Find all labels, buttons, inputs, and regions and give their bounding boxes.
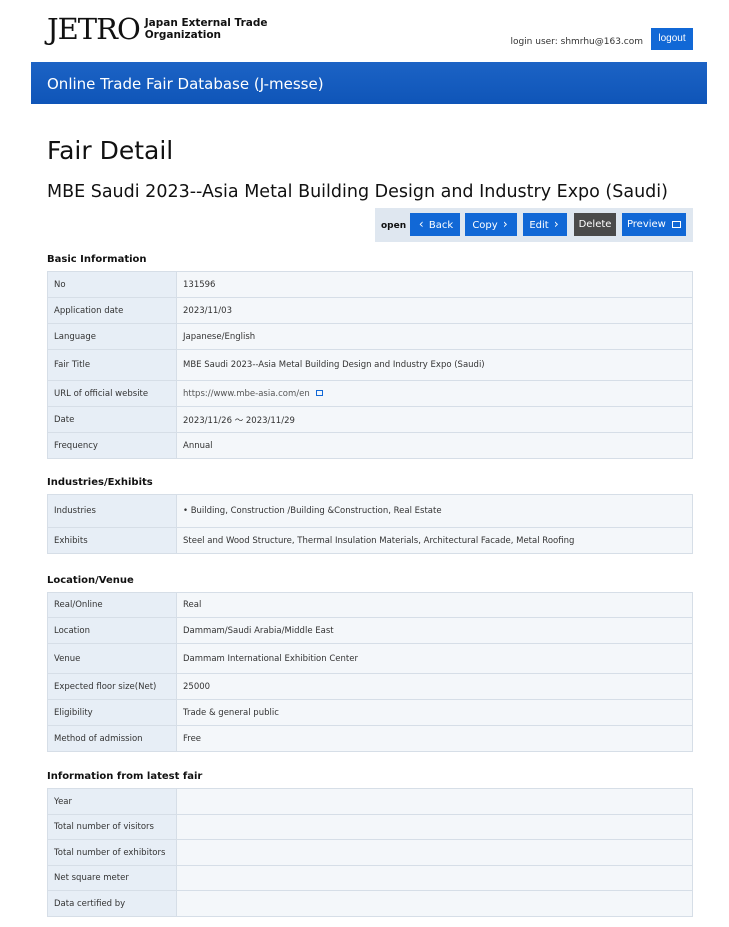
row-label: Location — [47, 617, 177, 644]
official-website-link[interactable]: https://www.mbe-asia.com/en — [183, 389, 310, 399]
fair-name: MBE Saudi 2023--Asia Metal Building Desi… — [47, 182, 668, 202]
row-label: Language — [47, 323, 177, 350]
table-row: Data certified by — [47, 890, 693, 917]
logo-text-line1: Japan External Trade — [144, 17, 268, 29]
row-value: 25000 — [176, 673, 693, 700]
row-label: Eligibility — [47, 699, 177, 726]
logo-text: Japan External Trade Organization — [145, 17, 268, 41]
chevron-right-icon: › — [553, 217, 559, 231]
industries-table: Industries • Building, Construction /Bui… — [47, 494, 693, 554]
row-value: Trade & general public — [176, 699, 693, 726]
table-row: Eligibility Trade & general public — [47, 699, 693, 726]
delete-button[interactable]: Delete — [574, 213, 616, 236]
login-label: login user: — [510, 37, 558, 47]
chevron-right-icon: › — [502, 217, 508, 231]
row-label: Real/Online — [47, 592, 177, 618]
table-row: Location Dammam/Saudi Arabia/Middle East — [47, 617, 693, 644]
edit-button[interactable]: Edit › — [523, 213, 567, 236]
row-label: Expected floor size(Net) — [47, 673, 177, 700]
row-label: Date — [47, 406, 177, 433]
row-label: Application date — [47, 297, 177, 324]
row-label: Exhibits — [47, 527, 177, 554]
table-row: Industries • Building, Construction /Bui… — [47, 494, 693, 528]
table-row: Fair Title MBE Saudi 2023--Asia Metal Bu… — [47, 349, 693, 381]
row-value: Steel and Wood Structure, Thermal Insula… — [176, 527, 693, 554]
row-label: URL of official website — [47, 380, 177, 407]
section-title-industries: Industries/Exhibits — [47, 477, 153, 488]
table-row: No 131596 — [47, 271, 693, 298]
row-value: https://www.mbe-asia.com/en — [176, 380, 693, 407]
row-value: 2023/11/26 ～ 2023/11/29 — [176, 406, 693, 433]
row-label: Total number of exhibitors — [47, 839, 177, 866]
logout-button[interactable]: logout — [651, 28, 693, 50]
row-value — [176, 865, 693, 891]
page-title: Fair Detail — [47, 136, 174, 165]
row-value: Free — [176, 725, 693, 752]
table-row: Frequency Annual — [47, 432, 693, 459]
row-value — [176, 890, 693, 917]
row-label: Year — [47, 788, 177, 815]
preview-button[interactable]: Preview — [622, 213, 686, 236]
row-value — [176, 788, 693, 815]
table-row: Year — [47, 788, 693, 815]
table-row: Real/Online Real — [47, 592, 693, 618]
row-value: Dammam/Saudi Arabia/Middle East — [176, 617, 693, 644]
site-banner: Online Trade Fair Database (J-messe) — [31, 62, 707, 104]
section-title-location: Location/Venue — [47, 575, 134, 586]
action-bar: open ‹ Back Copy › Edit › Delete Preview — [375, 208, 693, 242]
row-label: Industries — [47, 494, 177, 528]
table-row: Date 2023/11/26 ～ 2023/11/29 — [47, 406, 693, 433]
edit-label: Edit — [529, 220, 549, 231]
table-row: Total number of exhibitors — [47, 839, 693, 866]
chevron-left-icon: ‹ — [418, 217, 424, 231]
banner-title[interactable]: Online Trade Fair Database (J-messe) — [47, 75, 324, 93]
table-row: Expected floor size(Net) 25000 — [47, 673, 693, 700]
table-row: Application date 2023/11/03 — [47, 297, 693, 324]
row-label: Data certified by — [47, 890, 177, 917]
row-value: Real — [176, 592, 693, 618]
table-row: Net square meter — [47, 865, 693, 891]
external-link-icon[interactable] — [316, 389, 324, 396]
section-title-basic: Basic Information — [47, 254, 147, 265]
login-email: shmrhu@163.com — [560, 37, 643, 47]
row-value: Dammam International Exhibition Center — [176, 643, 693, 674]
copy-label: Copy — [472, 220, 498, 231]
back-label: Back — [428, 220, 454, 231]
row-label: Fair Title — [47, 349, 177, 381]
location-table: Real/Online Real Location Dammam/Saudi A… — [47, 592, 693, 752]
row-label: No — [47, 271, 177, 298]
basic-info-table: No 131596 Application date 2023/11/03 La… — [47, 271, 693, 459]
table-row: Venue Dammam International Exhibition Ce… — [47, 643, 693, 674]
site-header: JETRO Japan External Trade Organization … — [0, 0, 729, 62]
row-value: • Building, Construction /Building &Cons… — [176, 494, 693, 528]
new-window-icon — [672, 221, 682, 228]
table-row: Language Japanese/English — [47, 323, 693, 350]
table-row: URL of official website https://www.mbe-… — [47, 380, 693, 407]
jetro-logo[interactable]: JETRO Japan External Trade Organization — [47, 14, 267, 44]
row-label: Method of admission — [47, 725, 177, 752]
login-user: login user: shmrhu@163.com — [510, 37, 643, 47]
logo-text-line2: Organization — [144, 29, 222, 41]
table-row: Exhibits Steel and Wood Structure, Therm… — [47, 527, 693, 554]
copy-button[interactable]: Copy › — [465, 213, 517, 236]
table-row: Method of admission Free — [47, 725, 693, 752]
row-label: Net square meter — [47, 865, 177, 891]
section-title-latest: Information from latest fair — [47, 771, 203, 782]
preview-label: Preview — [626, 219, 666, 230]
row-value — [176, 814, 693, 840]
row-value: Japanese/English — [176, 323, 693, 350]
table-row: Total number of visitors — [47, 814, 693, 840]
row-label: Venue — [47, 643, 177, 674]
row-value: 2023/11/03 — [176, 297, 693, 324]
row-value: Annual — [176, 432, 693, 459]
logo-mark: JETRO — [47, 12, 141, 46]
row-value: MBE Saudi 2023--Asia Metal Building Desi… — [176, 349, 693, 381]
row-value — [176, 839, 693, 866]
row-value: 131596 — [176, 271, 693, 298]
status-label: open — [381, 221, 407, 231]
latest-fair-table: Year Total number of visitors Total numb… — [47, 788, 693, 917]
row-label: Frequency — [47, 432, 177, 459]
row-label: Total number of visitors — [47, 814, 177, 840]
back-button[interactable]: ‹ Back — [410, 213, 460, 236]
